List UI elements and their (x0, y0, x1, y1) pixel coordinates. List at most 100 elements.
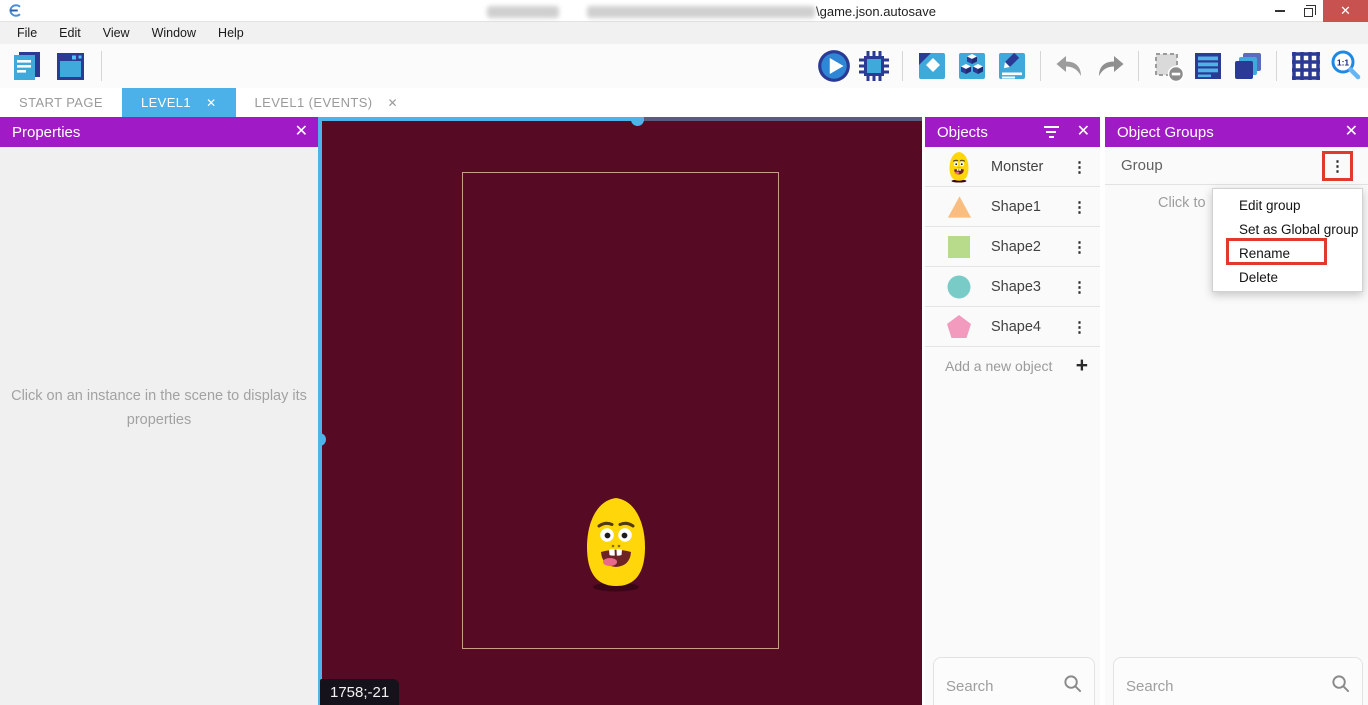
restore-icon (1304, 8, 1313, 17)
toolbar-separator (101, 51, 102, 81)
menu-item-delete[interactable]: Delete (1213, 266, 1362, 290)
object-row-shape3[interactable]: Shape3 ⋮ (925, 267, 1100, 307)
tab-bar: START PAGE LEVEL1 ✕ LEVEL1 (EVENTS) ✕ (0, 88, 1368, 117)
object-menu-icon[interactable]: ⋮ (1069, 198, 1090, 216)
toolbar-separator (1276, 51, 1277, 81)
object-name: Shape2 (991, 239, 1069, 255)
tab-close-icon[interactable]: ✕ (388, 96, 398, 110)
close-panel-icon[interactable]: ✕ (1077, 124, 1090, 140)
add-object-label: Add a new object (945, 358, 1076, 374)
layers-icon[interactable] (1229, 48, 1266, 85)
tab-level1[interactable]: LEVEL1 ✕ (122, 88, 236, 117)
search-icon (1331, 674, 1350, 698)
edit-scene-icon[interactable] (913, 48, 950, 85)
gdevelop-logo-icon (8, 3, 23, 18)
properties-empty-message: Click on an instance in the scene to dis… (9, 385, 309, 433)
objects-search-box (933, 657, 1095, 705)
add-object-button[interactable]: Add a new object + (925, 347, 1100, 384)
object-menu-icon[interactable]: ⋮ (1069, 278, 1090, 296)
object-name: Shape1 (991, 199, 1069, 215)
tab-close-icon[interactable]: ✕ (206, 96, 216, 110)
close-panel-icon[interactable]: ✕ (1345, 124, 1358, 140)
monster-instance[interactable] (580, 495, 652, 598)
minimize-button[interactable] (1265, 0, 1294, 22)
panel-title: Object Groups (1117, 124, 1214, 141)
gdevelop-window: \game.json.autosave ✕ File Edit View Win… (0, 0, 1368, 705)
window-title: \game.json.autosave (487, 4, 936, 19)
object-row-shape1[interactable]: Shape1 ⋮ (925, 187, 1100, 227)
delete-instances-icon[interactable] (1149, 48, 1186, 85)
selection-handle[interactable] (631, 117, 644, 126)
object-menu-icon[interactable]: ⋮ (1069, 238, 1090, 256)
menu-bar: File Edit View Window Help (0, 22, 1368, 44)
close-button[interactable]: ✕ (1323, 0, 1368, 22)
square-thumbnail (943, 234, 975, 260)
panel-title: Properties (12, 124, 80, 141)
properties-header: Properties ✕ (0, 117, 318, 147)
objects-search-input[interactable] (946, 678, 1063, 695)
main-area: Properties ✕ Click on an instance in the… (0, 117, 1368, 705)
tab-label: LEVEL1 (EVENTS) (255, 95, 373, 110)
instances-list-icon[interactable] (1189, 48, 1226, 85)
menu-file[interactable]: File (6, 26, 48, 40)
tab-level1-events[interactable]: LEVEL1 (EVENTS) ✕ (236, 88, 417, 117)
close-panel-icon[interactable]: ✕ (295, 124, 308, 140)
title-bar: \game.json.autosave ✕ (0, 0, 1368, 22)
menu-view[interactable]: View (92, 26, 141, 40)
selection-edge-left (318, 117, 322, 705)
toolbar-separator (902, 51, 903, 81)
toolbar-left-group (0, 48, 109, 85)
object-row-shape4[interactable]: Shape4 ⋮ (925, 307, 1100, 347)
object-menu-icon[interactable]: ⋮ (1069, 158, 1090, 176)
edit-objects-icon[interactable] (953, 48, 990, 85)
svg-text:1:1: 1:1 (1336, 58, 1349, 68)
annotation-box-rename (1226, 238, 1327, 265)
close-icon: ✕ (1340, 3, 1351, 19)
project-manager-icon[interactable] (8, 48, 45, 85)
redacted-title-segment (587, 6, 815, 18)
start-page-icon[interactable] (51, 48, 88, 85)
object-name: Monster (991, 159, 1069, 175)
tab-label: START PAGE (19, 95, 103, 110)
objects-panel: Objects ✕ Monster ⋮ Shape1 ⋮ (925, 117, 1100, 705)
redacted-title-segment (487, 6, 559, 18)
tab-start-page[interactable]: START PAGE (0, 88, 122, 117)
selection-handle[interactable] (318, 433, 326, 446)
edit-events-icon[interactable] (993, 48, 1030, 85)
selection-edge-top (318, 117, 644, 121)
play-icon[interactable] (815, 48, 852, 85)
restore-button[interactable] (1294, 0, 1323, 22)
object-name: Shape4 (991, 319, 1069, 335)
circle-thumbnail (943, 274, 975, 300)
menu-item-edit-group[interactable]: Edit group (1213, 194, 1362, 218)
object-row-monster[interactable]: Monster ⋮ (925, 147, 1100, 187)
minimize-icon (1275, 10, 1285, 12)
pentagon-thumbnail (943, 314, 975, 340)
canvas-top-border (644, 117, 922, 121)
object-row-shape2[interactable]: Shape2 ⋮ (925, 227, 1100, 267)
window-controls: ✕ (1265, 0, 1368, 22)
search-icon (1063, 674, 1082, 698)
menu-window[interactable]: Window (141, 26, 207, 40)
undo-icon[interactable] (1051, 48, 1088, 85)
zoom-original-icon[interactable]: 1:1 (1327, 48, 1364, 85)
groups-search-box (1113, 657, 1363, 705)
cursor-coordinates: 1758;-21 (320, 679, 399, 705)
filter-icon[interactable] (1044, 126, 1059, 139)
monster-thumbnail (943, 151, 975, 183)
plus-icon: + (1076, 355, 1088, 376)
scene-canvas[interactable]: 1758;-21 (318, 117, 922, 705)
debug-icon[interactable] (855, 48, 892, 85)
tab-label: LEVEL1 (141, 95, 191, 110)
menu-help[interactable]: Help (207, 26, 255, 40)
toolbar-separator (1138, 51, 1139, 81)
menu-edit[interactable]: Edit (48, 26, 92, 40)
objects-header: Objects ✕ (925, 117, 1100, 147)
object-menu-icon[interactable]: ⋮ (1069, 318, 1090, 336)
groups-search-input[interactable] (1126, 678, 1331, 695)
grid-icon[interactable] (1287, 48, 1324, 85)
annotation-box-kebab (1322, 151, 1353, 181)
main-toolbar: 1:1 (0, 44, 1368, 88)
properties-panel: Properties ✕ Click on an instance in the… (0, 117, 318, 705)
redo-icon[interactable] (1091, 48, 1128, 85)
